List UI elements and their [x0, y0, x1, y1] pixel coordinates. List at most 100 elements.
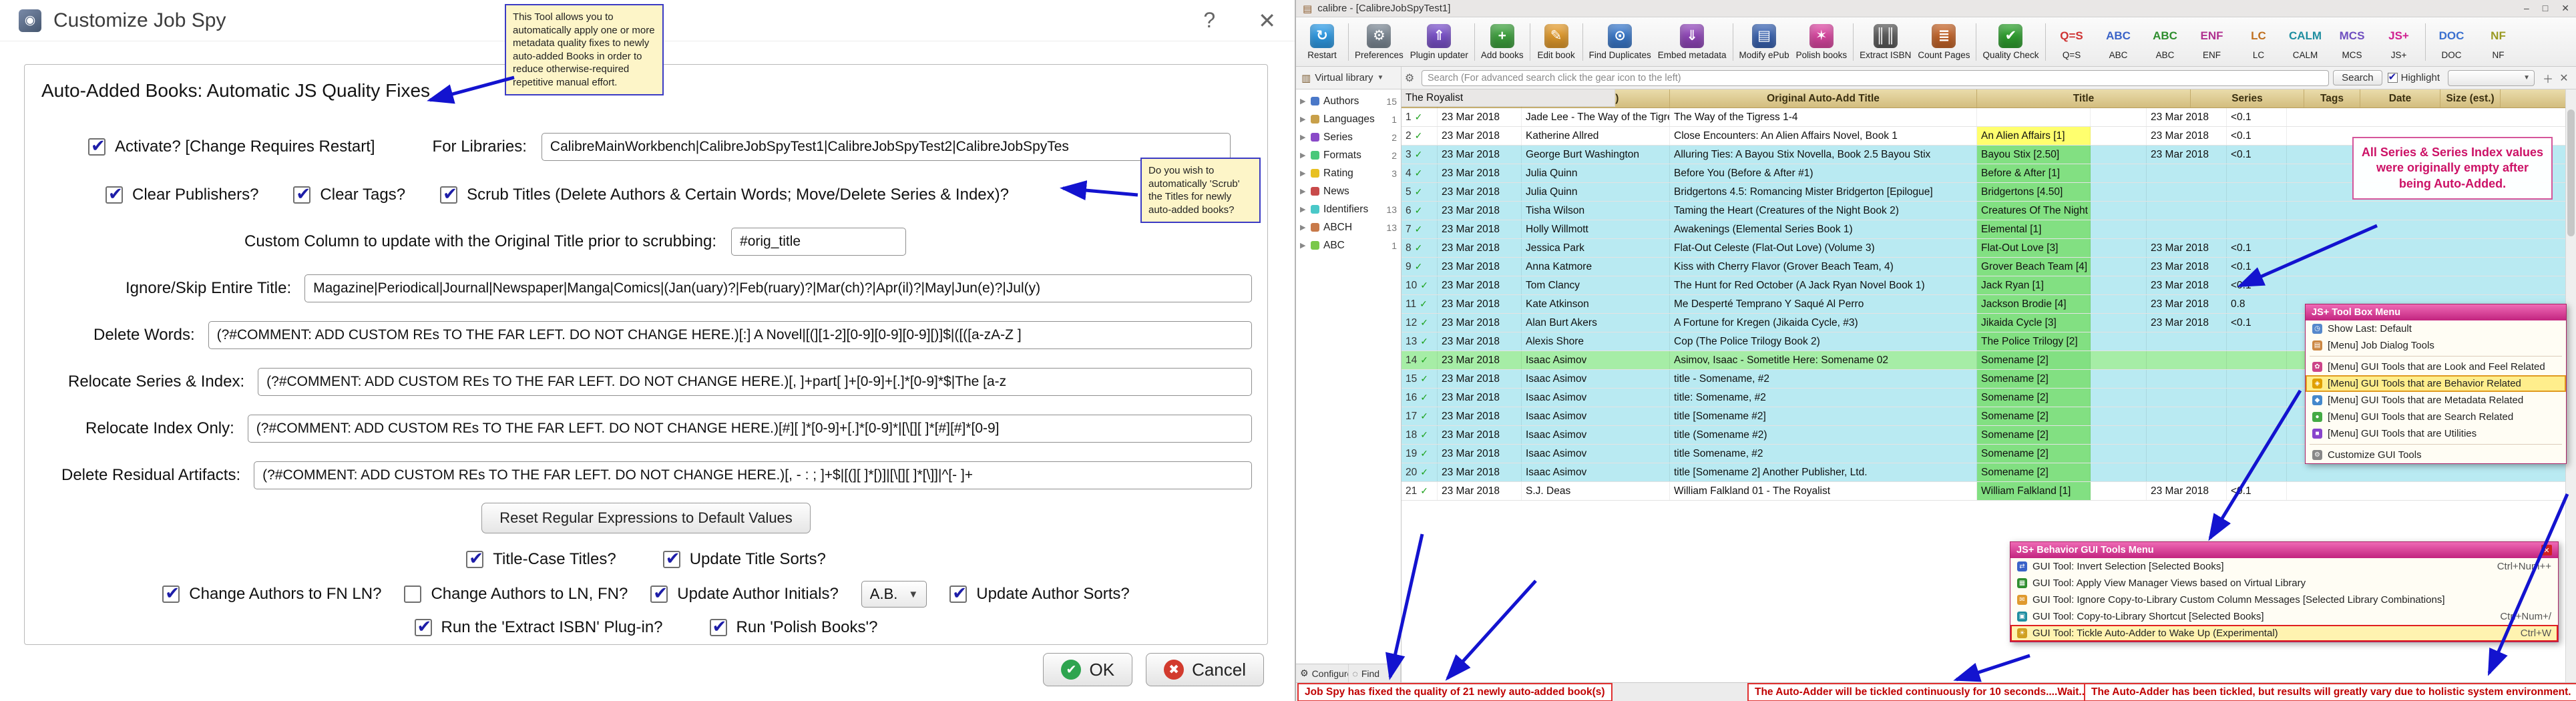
table-row[interactable]: 8 ✓ 23 Mar 2018 Jessica Park Flat-Out Celest…	[1402, 89, 2576, 258]
toolbar-plugin-updater-button[interactable]: ⇑ Plugin updater	[1407, 19, 1472, 65]
search-button[interactable]: Search	[2333, 70, 2382, 85]
for-libraries-input[interactable]: CalibreMainWorkbench|CalibreJobSpyTest1|…	[541, 133, 1231, 161]
expand-arrow-icon[interactable]: ▶	[1300, 187, 1307, 196]
table-row[interactable]: 21 ✓ 23 Mar 2018 S.J. Deas William Falkland …	[1402, 89, 2576, 501]
behavior-menu-item[interactable]: ✉ GUI Tool: Ignore Copy-to-Library Custom…	[2010, 592, 2558, 608]
clear-tags-checkbox[interactable]	[293, 184, 311, 204]
virtual-library-button[interactable]: ▥ Virtual library ▼	[1296, 67, 1402, 89]
toolbar-abc-button[interactable]: ABC ABC	[2095, 19, 2142, 65]
reset-regex-button[interactable]: Reset Regular Expressions to Default Val…	[481, 503, 811, 533]
saved-search-add-icon[interactable]: ＋	[2540, 70, 2556, 86]
find-button[interactable]: ◌ Find	[1349, 664, 1401, 682]
title-case-checkbox[interactable]	[466, 548, 484, 569]
toolbar-mcs-button[interactable]: MCS MCS	[2329, 19, 2376, 65]
table-row[interactable]: 20 ✓ 23 Mar 2018 Isaac Asimov title [Somenam…	[1402, 89, 2576, 482]
author-initials-style-select[interactable]: A.B. ▼	[861, 581, 927, 608]
authors-ln-fn-checkbox[interactable]	[404, 586, 422, 603]
delete-residual-input[interactable]: (?#COMMENT: ADD CUSTOM REs TO THE FAR LE…	[254, 461, 1252, 489]
toolbar-enf-button[interactable]: ENF ENF	[2189, 19, 2235, 65]
toolbar-embed-metadata-button[interactable]: ⇓ Embed metadata	[1655, 19, 1730, 65]
vertical-scrollbar[interactable]	[2565, 89, 2576, 682]
table-row[interactable]: 6 ✓ 23 Mar 2018 Tisha Wilson Taming the Hear…	[1402, 89, 2576, 220]
sidebar-item-abc[interactable]: ▶ ABC 1	[1296, 236, 1401, 254]
toolbar-count-pages-button[interactable]: ≣ Count Pages	[1914, 19, 1973, 65]
expand-arrow-icon[interactable]: ▶	[1300, 223, 1307, 232]
expand-arrow-icon[interactable]: ▶	[1300, 115, 1307, 124]
update-title-sorts-checkbox[interactable]	[662, 548, 680, 569]
toolbar-quality-check-button[interactable]: ✔ Quality Check	[1979, 19, 2042, 65]
toolbar-q-s-button[interactable]: Q=S Q=S	[2049, 19, 2095, 65]
saved-search-remove-icon[interactable]: ✕	[2556, 71, 2572, 85]
saved-search-select[interactable]: ▼	[2448, 69, 2535, 86]
relocate-series-input[interactable]: (?#COMMENT: ADD CUSTOM REs TO THE FAR LE…	[258, 368, 1252, 396]
ignore-title-input[interactable]: Magazine|Periodical|Journal|Newspaper|Ma…	[304, 274, 1252, 302]
toolbar-extract-isbn-button[interactable]: ║║ Extract ISBN	[1856, 19, 1914, 65]
ok-button[interactable]: ✔ OK	[1043, 653, 1133, 686]
toolbox-menu-item[interactable]: ✿ [Menu] GUI Tools that are Look and Feel…	[2306, 359, 2566, 375]
window-close-icon[interactable]: ✕	[2561, 3, 2569, 14]
toolbar-modify-epub-button[interactable]: ▤ Modify ePub	[1736, 19, 1793, 65]
column-header-date[interactable]: Date	[2360, 89, 2440, 107]
column-header-series[interactable]: Series	[2191, 89, 2304, 107]
delete-words-input[interactable]: (?#COMMENT: ADD CUSTOM REs TO THE FAR LE…	[208, 321, 1252, 349]
toolbar-calm-button[interactable]: CALM CALM	[2282, 19, 2329, 65]
sidebar-item-languages[interactable]: ▶ Languages 1	[1296, 110, 1401, 128]
search-gear-icon[interactable]: ⚙	[1402, 71, 1418, 85]
scrub-titles-checkbox[interactable]	[440, 184, 458, 204]
maximize-icon[interactable]: □	[2543, 3, 2548, 14]
toolbar-doc-button[interactable]: DOC DOC	[2428, 19, 2475, 65]
toolbar-nf-button[interactable]: NF NF	[2475, 19, 2522, 65]
expand-arrow-icon[interactable]: ▶	[1300, 169, 1307, 178]
toolbox-menu-item[interactable]: ◆ [Menu] GUI Tools that are Metadata Rela…	[2306, 392, 2566, 409]
expand-arrow-icon[interactable]: ▶	[1300, 133, 1307, 142]
sidebar-item-rating[interactable]: ▶ Rating 3	[1296, 164, 1401, 182]
toolbar-edit-book-button[interactable]: ✎ Edit book	[1533, 19, 1580, 65]
toolbox-menu-item[interactable]: ■ [Menu] GUI Tools that are Utilities	[2306, 425, 2566, 442]
expand-arrow-icon[interactable]: ▶	[1300, 205, 1307, 214]
scrollbar-thumb[interactable]	[2567, 109, 2575, 236]
toolbox-menu-item[interactable]: ● [Menu] GUI Tools that are Search Relate…	[2306, 409, 2566, 425]
sidebar-item-formats[interactable]: ▶ Formats 2	[1296, 146, 1401, 164]
toolbar-preferences-button[interactable]: ⚙ Preferences	[1351, 19, 1407, 65]
sidebar-item-authors[interactable]: ▶ Authors 15	[1296, 92, 1401, 110]
table-row[interactable]: 9 ✓ 23 Mar 2018 Anna Katmore Kiss with Cherr…	[1402, 89, 2576, 276]
minimize-icon[interactable]: –	[2524, 3, 2529, 14]
toolbox-menu-item[interactable]: ◷ Show Last: Default	[2306, 320, 2566, 337]
behavior-menu-item[interactable]: ☀ GUI Tool: Tickle Auto-Adder to Wake Up …	[2010, 625, 2558, 642]
authors-fn-ln-checkbox[interactable]	[162, 583, 180, 604]
column-header-title[interactable]: Title	[1977, 89, 2191, 107]
column-header-size-est[interactable]: Size (est.)	[2440, 89, 2501, 107]
expand-arrow-icon[interactable]: ▶	[1300, 241, 1307, 250]
update-author-sorts-checkbox[interactable]	[949, 583, 968, 604]
cancel-button[interactable]: ✖ Cancel	[1146, 653, 1264, 686]
toolbox-menu-item[interactable]: ▤ [Menu] Job Dialog Tools	[2306, 337, 2566, 354]
table-row[interactable]: 1 ✓ 23 Mar 2018 Jade Lee - The Way of the T…	[1402, 89, 2576, 127]
toolbar-js-button[interactable]: JS+ JS+	[2376, 19, 2422, 65]
update-author-initials-checkbox[interactable]	[650, 583, 668, 604]
sidebar-item-abch[interactable]: ▶ ABCH 13	[1296, 218, 1401, 236]
column-header-original-auto-add-title[interactable]: Original Auto-Add Title	[1670, 89, 1977, 107]
table-row[interactable]: 7 ✓ 23 Mar 2018 Holly Willmott Awakenings (E…	[1402, 89, 2576, 239]
run-extract-isbn-checkbox[interactable]	[414, 616, 432, 637]
close-icon[interactable]: ✕	[1258, 8, 1276, 33]
clear-publishers-checkbox[interactable]	[105, 184, 123, 204]
toolbar-abc-button[interactable]: ABC ABC	[2142, 19, 2189, 65]
column-header-tags[interactable]: Tags	[2304, 89, 2360, 107]
sidebar-item-news[interactable]: ▶ News	[1296, 182, 1401, 200]
toolbox-menu-item[interactable]: ⚙ Customize GUI Tools	[2306, 447, 2566, 463]
highlight-checkbox[interactable]	[2387, 71, 2398, 83]
toolbar-restart-button[interactable]: ↻ Restart	[1299, 19, 1345, 65]
behavior-menu-item[interactable]: ▦ GUI Tool: Apply View Manager Views base…	[2010, 575, 2558, 592]
toolbar-add-books-button[interactable]: + Add books	[1478, 19, 1527, 65]
behavior-menu-item[interactable]: ▣ GUI Tool: Copy-to-Library Shortcut [Sel…	[2010, 608, 2558, 625]
toolbar-polish-books-button[interactable]: ✶ Polish books	[1793, 19, 1851, 65]
highlight-toggle[interactable]: Highlight	[2387, 71, 2440, 83]
toolbar-find-duplicates-button[interactable]: ⊙ Find Duplicates	[1586, 19, 1655, 65]
relocate-index-input[interactable]: (?#COMMENT: ADD CUSTOM REs TO THE FAR LE…	[247, 415, 1252, 443]
activate-checkbox[interactable]	[88, 136, 105, 156]
run-polish-books-checkbox[interactable]	[709, 616, 727, 637]
table-row[interactable]: 10 ✓ 23 Mar 2018 Tom Clancy The Hunt for Red…	[1402, 89, 2576, 295]
expand-arrow-icon[interactable]: ▶	[1300, 151, 1307, 160]
sidebar-item-series[interactable]: ▶ Series 2	[1296, 128, 1401, 146]
toolbar-lc-button[interactable]: LC LC	[2235, 19, 2282, 65]
